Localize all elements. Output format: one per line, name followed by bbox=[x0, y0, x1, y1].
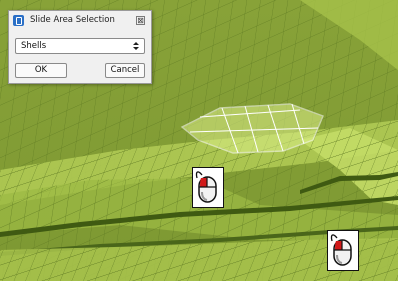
element-type-select[interactable]: Shells bbox=[15, 38, 145, 54]
mouse-hint-1 bbox=[192, 167, 224, 208]
mouse-left-click-icon bbox=[195, 171, 217, 203]
select-value: Shells bbox=[21, 41, 47, 51]
dialog-titlebar[interactable]: Slide Area Selection ⊠ bbox=[9, 11, 151, 31]
cancel-button[interactable]: Cancel bbox=[105, 63, 145, 78]
mouse-hint-2 bbox=[327, 230, 359, 271]
close-icon[interactable]: ⊠ bbox=[136, 16, 145, 25]
dialog-title: Slide Area Selection bbox=[30, 15, 115, 25]
ok-button[interactable]: OK bbox=[15, 63, 67, 78]
window-app-icon bbox=[13, 15, 24, 26]
mouse-left-click-icon bbox=[330, 234, 352, 266]
updown-arrows-icon bbox=[133, 42, 139, 50]
slide-area-selection-dialog: Slide Area Selection ⊠ Shells OK Cancel bbox=[8, 10, 152, 84]
